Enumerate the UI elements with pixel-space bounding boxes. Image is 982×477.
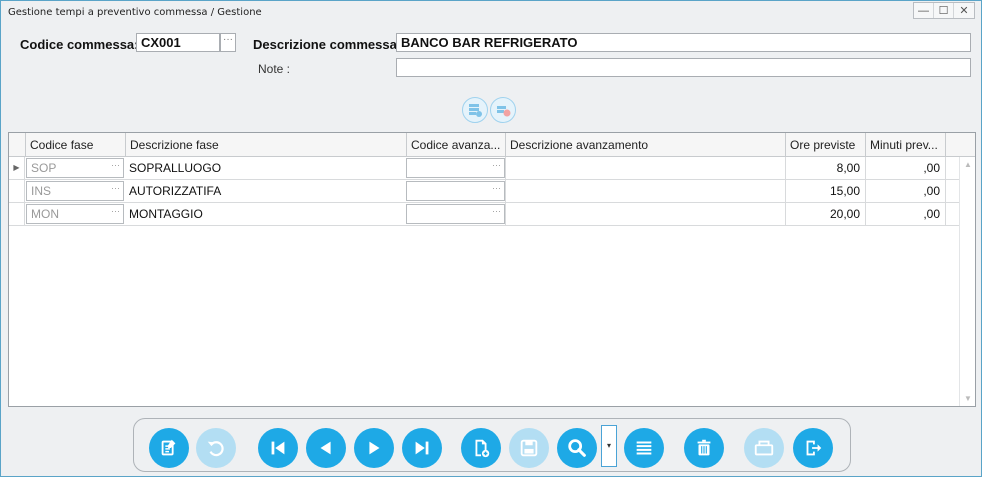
minuti-previsti-cell: ,00 bbox=[923, 184, 940, 198]
grid-actions bbox=[462, 97, 516, 123]
print-icon[interactable] bbox=[744, 428, 784, 468]
next-icon[interactable] bbox=[354, 428, 394, 468]
vertical-scrollbar[interactable]: ▲ ▼ bbox=[959, 157, 975, 406]
save-icon[interactable] bbox=[509, 428, 549, 468]
codice-commessa-label: Codice commessa: bbox=[20, 37, 139, 52]
note-input[interactable] bbox=[396, 58, 971, 77]
codice-commessa-input[interactable]: CX001 bbox=[136, 33, 220, 52]
row-selector bbox=[9, 203, 25, 225]
cell-value: MON bbox=[31, 207, 59, 221]
close-button[interactable]: ✕ bbox=[954, 3, 974, 18]
window-title: Gestione tempi a preventivo commessa / G… bbox=[8, 7, 262, 18]
divider bbox=[945, 157, 946, 179]
last-icon[interactable] bbox=[402, 428, 442, 468]
codice-fase-cell[interactable]: INS ··· bbox=[26, 181, 124, 201]
previous-icon[interactable] bbox=[306, 428, 346, 468]
undo-icon[interactable] bbox=[196, 428, 236, 468]
codice-commessa-lookup-button[interactable]: ··· bbox=[220, 33, 236, 52]
ore-previste-cell: 8,00 bbox=[836, 161, 860, 175]
title-bar: Gestione tempi a preventivo commessa / G… bbox=[1, 1, 981, 25]
note-label: Note : bbox=[258, 62, 291, 76]
ore-previste-cell: 20,00 bbox=[829, 207, 860, 221]
column-codice-fase[interactable]: Codice fase bbox=[25, 133, 125, 156]
descrizione-commessa-label: Descrizione commessa : bbox=[253, 37, 405, 52]
codice-avanzamento-cell[interactable]: ··· bbox=[406, 158, 505, 178]
divider bbox=[505, 203, 506, 225]
navigation-toolbar: ▾ bbox=[133, 418, 851, 472]
grid-header: Codice fase Descrizione fase Codice avan… bbox=[9, 133, 975, 157]
first-icon[interactable] bbox=[258, 428, 298, 468]
edit-icon[interactable] bbox=[149, 428, 189, 468]
new-record-icon[interactable] bbox=[461, 428, 501, 468]
descrizione-fase-cell: MONTAGGIO bbox=[129, 207, 203, 221]
minimize-button[interactable]: — bbox=[914, 3, 934, 18]
maximize-button[interactable]: ☐ bbox=[934, 3, 954, 18]
column-descrizione-avanzamento[interactable]: Descrizione avanzamento bbox=[505, 133, 785, 156]
divider bbox=[945, 180, 946, 202]
phases-grid: Codice fase Descrizione fase Codice avan… bbox=[8, 132, 976, 407]
lookup-dots[interactable]: ··· bbox=[492, 160, 501, 170]
lookup-dots[interactable]: ··· bbox=[111, 206, 120, 216]
current-row-marker: ▶ bbox=[9, 157, 25, 179]
add-row-icon[interactable] bbox=[462, 97, 488, 123]
ore-previste-cell: 15,00 bbox=[829, 184, 860, 198]
delete-row-icon[interactable] bbox=[490, 97, 516, 123]
row-selector bbox=[9, 180, 25, 202]
divider bbox=[945, 203, 946, 225]
codice-fase-cell[interactable]: MON ··· bbox=[26, 204, 124, 224]
scroll-down-icon[interactable]: ▼ bbox=[964, 394, 972, 403]
exit-icon[interactable] bbox=[793, 428, 833, 468]
divider bbox=[505, 157, 506, 179]
window-controls: — ☐ ✕ bbox=[913, 2, 975, 19]
descrizione-commessa-input[interactable]: BANCO BAR REFRIGERATO bbox=[396, 33, 971, 52]
search-icon[interactable] bbox=[557, 428, 597, 468]
scroll-up-icon[interactable]: ▲ bbox=[964, 160, 972, 169]
cell-value: SOP bbox=[31, 161, 57, 175]
codice-fase-cell[interactable]: SOP ··· bbox=[26, 158, 124, 178]
column-filler bbox=[945, 133, 975, 156]
codice-avanzamento-cell[interactable]: ··· bbox=[406, 204, 505, 224]
minuti-previsti-cell: ,00 bbox=[923, 161, 940, 175]
table-row[interactable]: MON ··· MONTAGGIO ··· 20,00 ,00 bbox=[9, 203, 959, 226]
column-minuti-previsti[interactable]: Minuti prev... bbox=[865, 133, 945, 156]
divider bbox=[505, 180, 506, 202]
minuti-previsti-cell: ,00 bbox=[923, 207, 940, 221]
column-ore-previste[interactable]: Ore previste bbox=[785, 133, 865, 156]
cell-value: INS bbox=[31, 184, 52, 198]
lookup-dots[interactable]: ··· bbox=[111, 183, 120, 193]
lookup-dots[interactable]: ··· bbox=[492, 183, 501, 193]
column-codice-avanzamento[interactable]: Codice avanza... bbox=[406, 133, 505, 156]
delete-icon[interactable] bbox=[684, 428, 724, 468]
codice-avanzamento-cell[interactable]: ··· bbox=[406, 181, 505, 201]
list-icon[interactable] bbox=[624, 428, 664, 468]
table-row[interactable]: INS ··· AUTORIZZATIFA ··· 15,00 ,00 bbox=[9, 180, 959, 203]
search-dropdown-button[interactable]: ▾ bbox=[601, 425, 617, 467]
table-row[interactable]: ▶ SOP ··· SOPRALLUOGO ··· 8,00 ,00 bbox=[9, 157, 959, 180]
descrizione-fase-cell: AUTORIZZATIFA bbox=[129, 184, 222, 198]
lookup-dots[interactable]: ··· bbox=[111, 160, 120, 170]
main-window: Gestione tempi a preventivo commessa / G… bbox=[0, 0, 982, 477]
lookup-dots[interactable]: ··· bbox=[492, 206, 501, 216]
descrizione-fase-cell: SOPRALLUOGO bbox=[129, 161, 222, 175]
column-descrizione-fase[interactable]: Descrizione fase bbox=[125, 133, 406, 156]
